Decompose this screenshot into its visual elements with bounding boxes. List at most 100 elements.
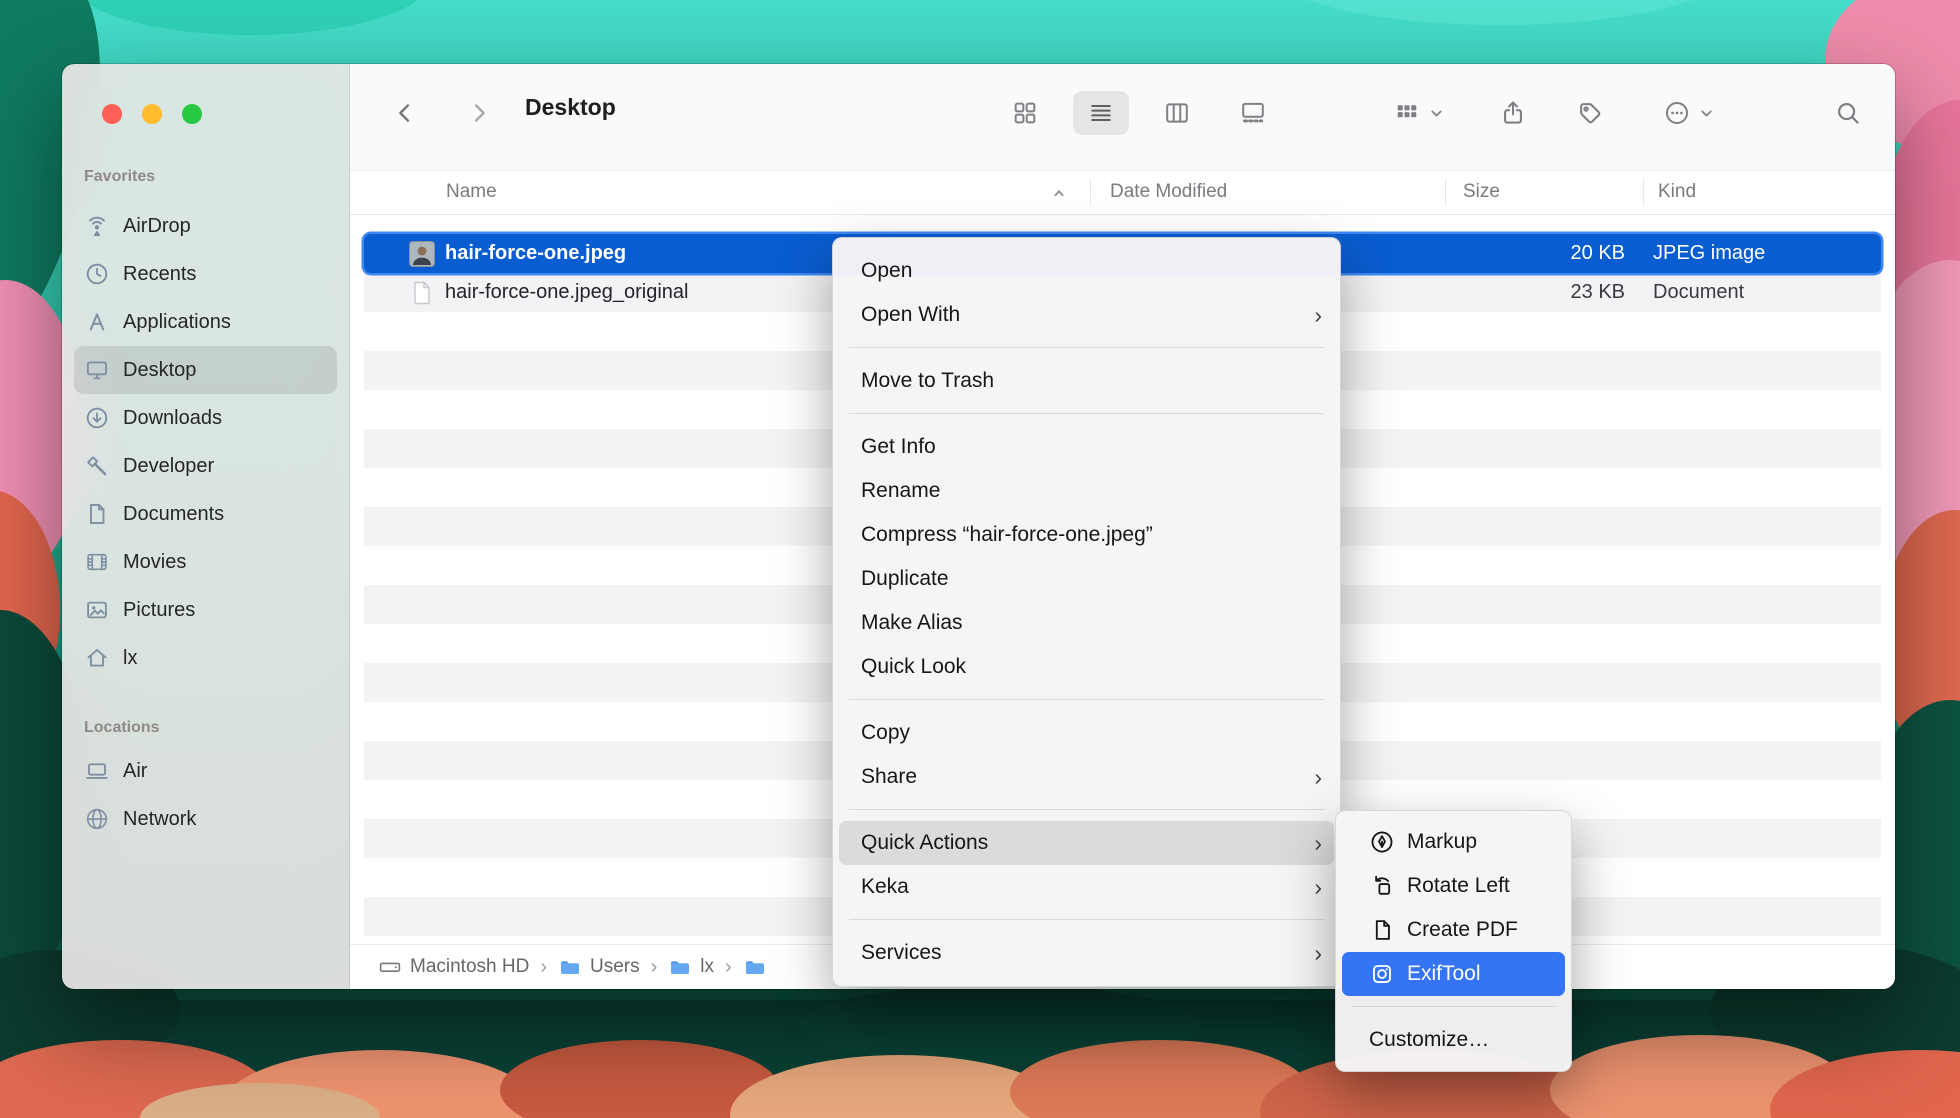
menu-separator — [849, 809, 1324, 810]
list-view-button[interactable] — [1073, 91, 1129, 135]
document-file-icon — [409, 280, 435, 306]
path-item-macintosh-hd[interactable]: Macintosh HD — [378, 955, 529, 979]
group-button[interactable] — [1380, 91, 1458, 135]
minimize-button[interactable] — [142, 104, 162, 124]
home-icon — [84, 645, 110, 671]
close-button[interactable] — [102, 104, 122, 124]
column-header-kind[interactable]: Kind — [1658, 181, 1696, 203]
path-item-desktop[interactable] — [743, 955, 767, 979]
sidebar-item-label: AirDrop — [123, 215, 191, 238]
sidebar-item-label: Desktop — [123, 359, 196, 382]
menu-item-get-info[interactable]: Get Info — [839, 425, 1334, 469]
column-header-size[interactable]: Size — [1463, 181, 1500, 203]
column-view-button[interactable] — [1149, 91, 1205, 135]
sidebar-item-label: Downloads — [123, 407, 222, 430]
chevron-down-icon — [1698, 105, 1715, 122]
window-title: Desktop — [525, 94, 616, 121]
submenu-item-create-pdf[interactable]: Create PDF — [1342, 908, 1565, 952]
column-header-date-modified[interactable]: Date Modified — [1110, 181, 1227, 203]
zoom-button[interactable] — [182, 104, 202, 124]
file-kind: Document — [1653, 281, 1744, 304]
clock-icon — [84, 261, 110, 287]
sidebar-item-downloads[interactable]: Downloads — [74, 394, 337, 442]
folder-icon — [743, 955, 767, 979]
menu-item-open-with[interactable]: Open With› — [839, 293, 1334, 337]
chevron-down-icon — [1428, 105, 1445, 122]
menu-item-make-alias[interactable]: Make Alias — [839, 601, 1334, 645]
sidebar-item-lx-home[interactable]: lx — [74, 634, 337, 682]
menu-item-services[interactable]: Services› — [839, 931, 1334, 975]
menu-item-copy[interactable]: Copy — [839, 711, 1334, 755]
chevron-right-icon: › — [651, 956, 658, 979]
chevron-right-icon: › — [1314, 832, 1322, 855]
menu-item-compress[interactable]: Compress “hair-force-one.jpeg” — [839, 513, 1334, 557]
sidebar-item-desktop[interactable]: Desktop — [74, 346, 337, 394]
column-header-name[interactable]: Name — [446, 181, 497, 203]
column-header-row: Name Date Modified Size Kind — [350, 170, 1895, 215]
tags-button[interactable] — [1568, 91, 1612, 135]
sidebar-item-label: Network — [123, 808, 196, 831]
group-grid-icon — [1393, 99, 1421, 127]
airdrop-icon — [84, 213, 110, 239]
globe-icon — [84, 806, 110, 832]
create-pdf-icon — [1369, 917, 1395, 943]
chevron-right-icon: › — [725, 956, 732, 979]
chevron-right-icon — [465, 99, 493, 127]
column-divider — [1643, 179, 1644, 206]
path-item-lx[interactable]: lx — [668, 955, 714, 979]
folder-icon — [668, 955, 692, 979]
desktop-icon — [84, 357, 110, 383]
submenu-item-markup[interactable]: Markup — [1342, 820, 1565, 864]
rotate-left-icon — [1369, 873, 1395, 899]
column-view-icon — [1163, 99, 1191, 127]
menu-separator — [849, 699, 1324, 700]
menu-item-duplicate[interactable]: Duplicate — [839, 557, 1334, 601]
search-button[interactable] — [1826, 91, 1870, 135]
gallery-view-button[interactable] — [1225, 91, 1281, 135]
sidebar-item-network[interactable]: Network — [74, 795, 337, 843]
menu-separator — [849, 347, 1324, 348]
column-divider — [1090, 179, 1091, 206]
forward-button[interactable] — [457, 91, 501, 135]
file-size: 20 KB — [1571, 242, 1625, 265]
submenu-item-exiftool[interactable]: ExifTool — [1342, 952, 1565, 996]
search-icon — [1834, 99, 1862, 127]
sidebar-item-airdrop[interactable]: AirDrop — [74, 202, 337, 250]
sidebar-item-label: Recents — [123, 263, 196, 286]
sidebar-item-developer[interactable]: Developer — [74, 442, 337, 490]
chevron-right-icon: › — [540, 956, 547, 979]
context-menu: Open Open With› Move to Trash Get Info R… — [832, 237, 1341, 987]
sidebar-item-documents[interactable]: Documents — [74, 490, 337, 538]
menu-item-share[interactable]: Share› — [839, 755, 1334, 799]
path-item-label: lx — [700, 956, 714, 978]
more-actions-button[interactable] — [1650, 91, 1728, 135]
icon-view-button[interactable] — [997, 91, 1053, 135]
view-switcher — [997, 91, 1281, 135]
sidebar-item-label: Pictures — [123, 599, 195, 622]
share-button[interactable] — [1491, 91, 1535, 135]
sidebar-item-label: Applications — [123, 311, 231, 334]
menu-item-move-to-trash[interactable]: Move to Trash — [839, 359, 1334, 403]
sidebar-item-air[interactable]: Air — [74, 747, 337, 795]
path-item-users[interactable]: Users — [558, 955, 640, 979]
menu-separator — [1352, 1006, 1555, 1007]
menu-item-open[interactable]: Open — [839, 249, 1334, 293]
menu-item-keka[interactable]: Keka› — [839, 865, 1334, 909]
submenu-item-rotate-left[interactable]: Rotate Left — [1342, 864, 1565, 908]
menu-item-quick-actions[interactable]: Quick Actions› — [839, 821, 1334, 865]
sidebar-section-favorites: Favorites — [84, 168, 327, 188]
sidebar-item-pictures[interactable]: Pictures — [74, 586, 337, 634]
sidebar-item-recents[interactable]: Recents — [74, 250, 337, 298]
submenu-item-customize[interactable]: Customize… — [1342, 1018, 1565, 1062]
file-kind: JPEG image — [1653, 242, 1765, 265]
back-button[interactable] — [383, 91, 427, 135]
document-icon — [84, 501, 110, 527]
sidebar-item-applications[interactable]: Applications — [74, 298, 337, 346]
exiftool-icon — [1369, 961, 1395, 987]
quick-actions-submenu: Markup Rotate Left Create PDF ExifTool C… — [1335, 810, 1572, 1072]
menu-item-rename[interactable]: Rename — [839, 469, 1334, 513]
laptop-icon — [84, 758, 110, 784]
film-icon — [84, 549, 110, 575]
menu-item-quick-look[interactable]: Quick Look — [839, 645, 1334, 689]
sidebar-item-movies[interactable]: Movies — [74, 538, 337, 586]
